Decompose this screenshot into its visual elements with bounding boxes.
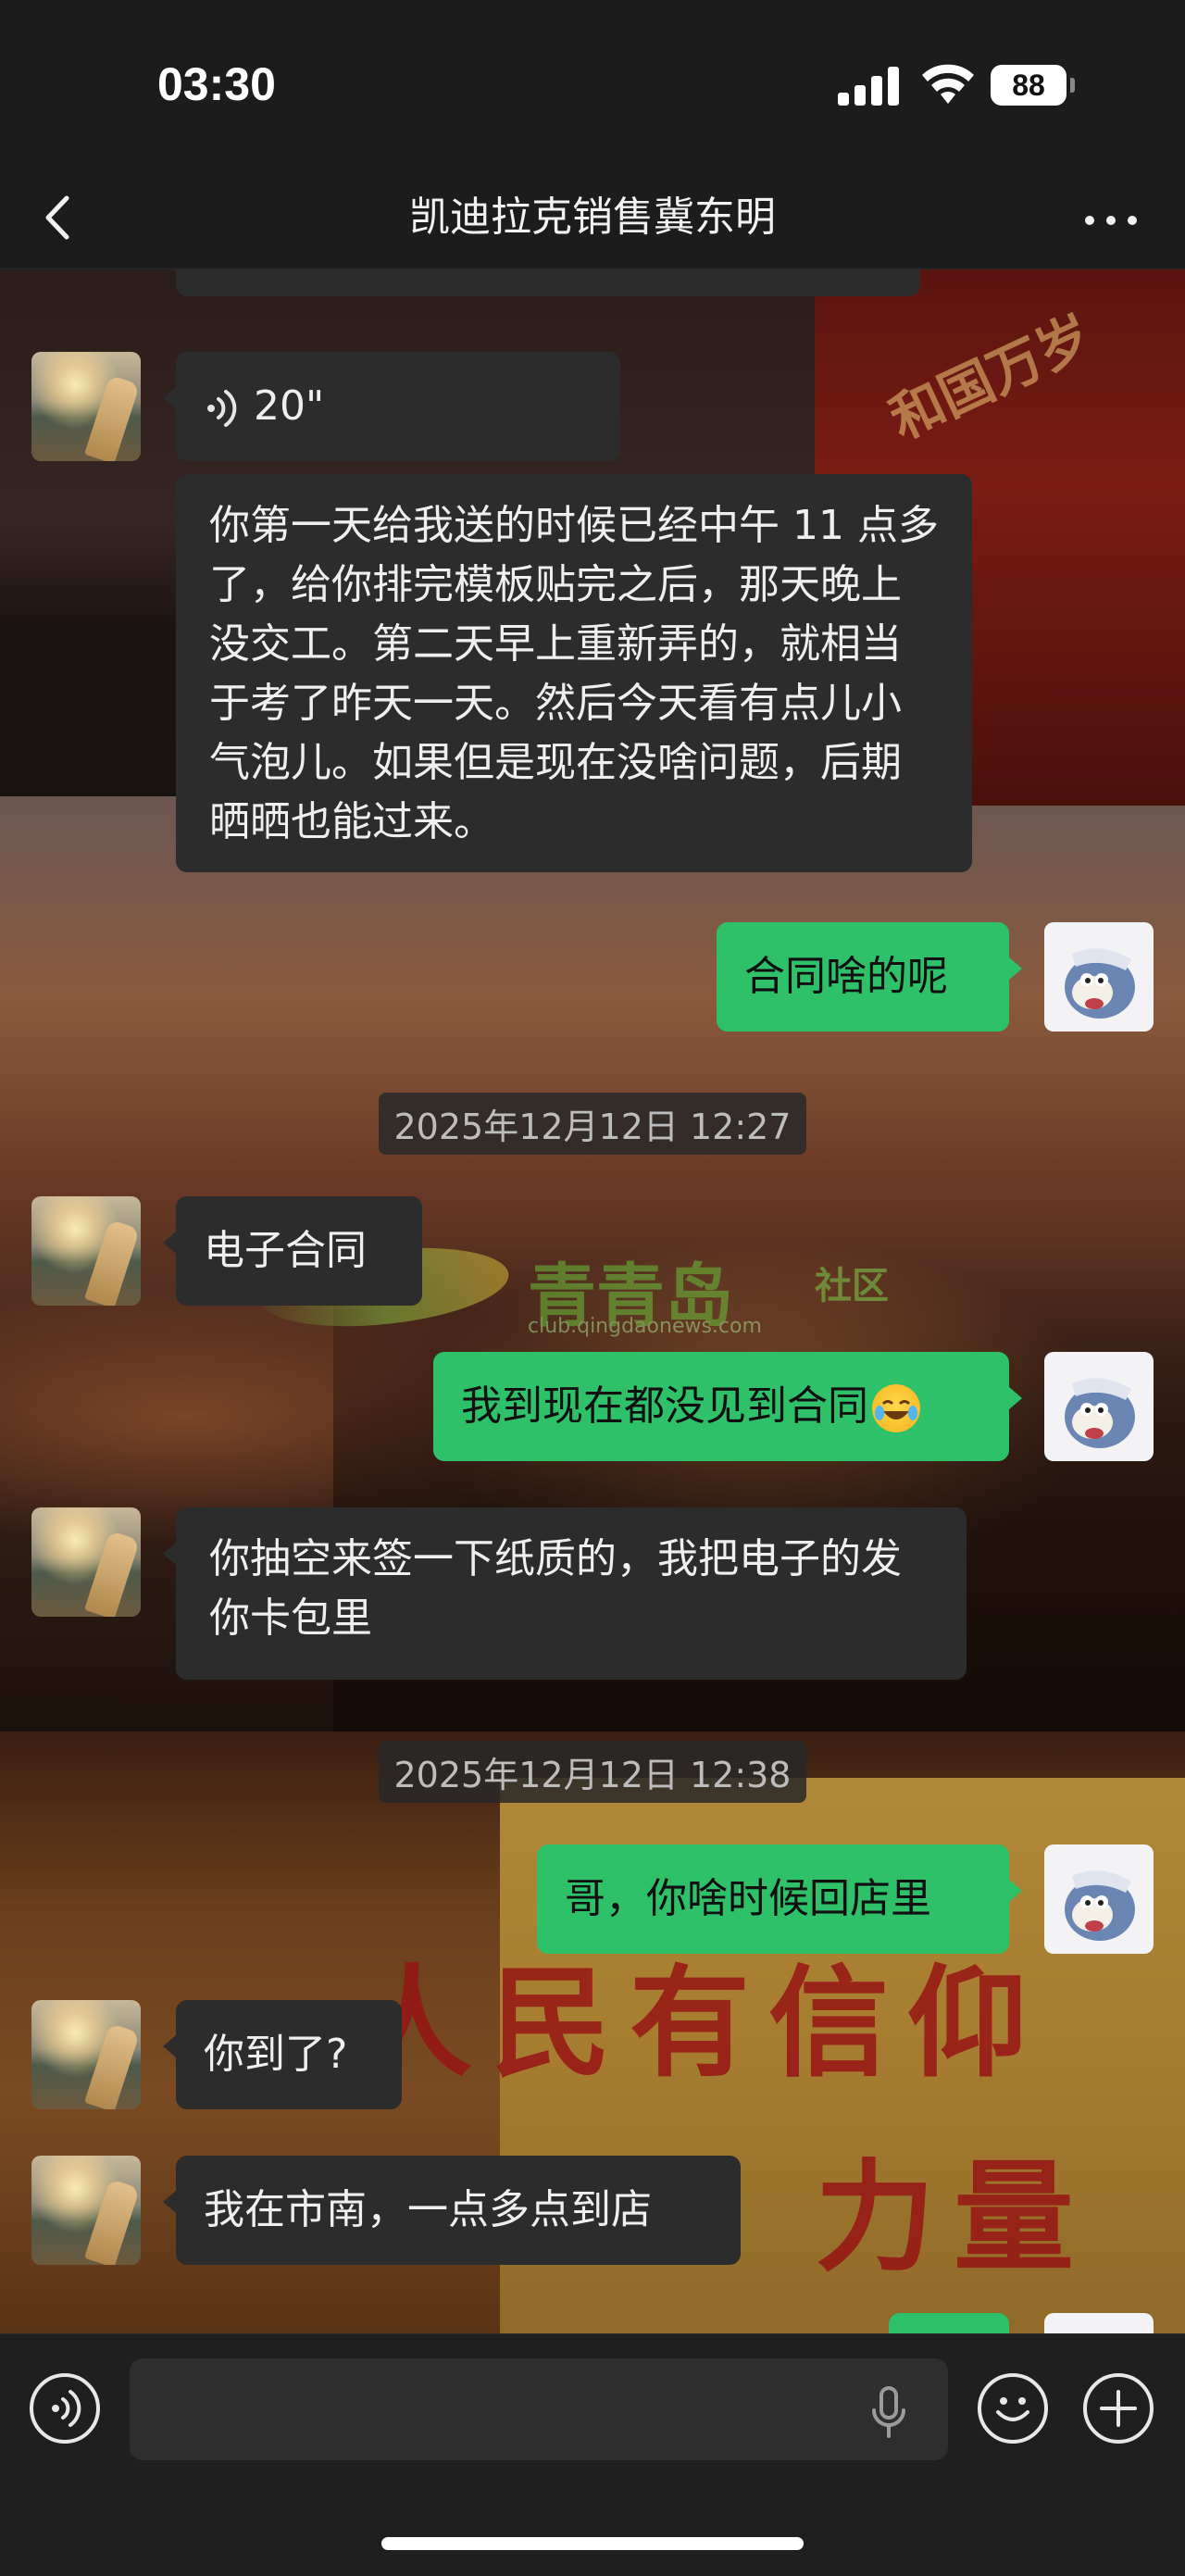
add-button[interactable] <box>1083 2373 1154 2444</box>
message-bubble-theirs[interactable]: 我在市南，一点多点到店 <box>163 2156 741 2265</box>
message-bubble-mine[interactable]: 合同啥的呢 <box>717 922 1022 1032</box>
my-avatar[interactable] <box>1044 922 1154 1032</box>
message-bubble-partial[interactable] <box>176 269 920 296</box>
contact-avatar[interactable] <box>31 352 141 461</box>
message-text: 哥，你啥时候回店里 <box>565 1875 931 1922</box>
message-text: 你到了? <box>204 2031 348 2078</box>
more-dots-icon[interactable] <box>1074 185 1148 250</box>
message-text: 我到现在都没见到合同 <box>461 1382 868 1430</box>
contact-avatar[interactable] <box>31 1196 141 1306</box>
voice-wave-icon <box>207 390 237 427</box>
battery-tip <box>1070 78 1075 93</box>
voice-message-bubble[interactable]: 20" <box>163 352 620 461</box>
timestamp-divider: 2025年12月12日 12:27 <box>0 1093 1185 1155</box>
message-text: 我在市南，一点多点到店 <box>204 2186 652 2233</box>
my-avatar[interactable] <box>1044 2313 1154 2333</box>
voice-input-button[interactable] <box>30 2373 100 2444</box>
message-bubble-theirs[interactable]: 你抽空来签一下纸质的，我把电子的发你卡包里 <box>163 1507 967 1680</box>
wifi-icon <box>922 64 974 104</box>
message-text: 你抽空来签一下纸质的，我把电子的发你卡包里 <box>209 1535 902 1642</box>
cellular-signal-icon <box>838 67 903 106</box>
message-text-field[interactable] <box>130 2358 948 2460</box>
my-avatar[interactable] <box>1044 1844 1154 1954</box>
tom-cat-avatar-icon <box>1065 948 1135 1019</box>
chevron-left-icon[interactable] <box>28 185 93 250</box>
contact-avatar[interactable] <box>31 1507 141 1617</box>
message-bubble-mine[interactable]: 我到现在都没见到合同 <box>433 1352 1022 1461</box>
tom-cat-avatar-icon <box>1065 1870 1135 1941</box>
status-time: 03:30 <box>157 58 276 110</box>
tom-cat-avatar-icon <box>1065 1378 1135 1448</box>
message-text: 你第一天给我送的时候已经中午 11 点多了，给你排完模板贴完之后，那天晚上没交工… <box>209 502 939 845</box>
voice-duration: 20" <box>254 382 325 430</box>
message-bubble-theirs[interactable]: 电子合同 <box>163 1196 422 1306</box>
microphone-icon[interactable] <box>868 2386 909 2438</box>
home-indicator[interactable] <box>381 2537 804 2550</box>
battery-level: 88 <box>991 65 1066 106</box>
contact-avatar[interactable] <box>31 2156 141 2265</box>
laughing-tears-emoji-icon <box>872 1384 920 1432</box>
emoji-icon <box>996 2397 1029 2421</box>
chat-title: 凯迪拉克销售冀东明 <box>409 194 776 241</box>
plus-icon <box>1100 2390 1137 2427</box>
message-bubble-theirs[interactable]: 你到了? <box>163 2000 402 2109</box>
message-bubble-long[interactable]: 你第一天给我送的时候已经中午 11 点多了，给你排完模板贴完之后，那天晚上没交工… <box>176 474 972 872</box>
timestamp-text: 2025年12月12日 12:27 <box>379 1093 806 1155</box>
chat-header: 凯迪拉克销售冀东明 <box>0 167 1185 269</box>
message-list[interactable]: 20" 你第一天给我送的时候已经中午 11 点多了，给你排完模板贴完之后，那天晚… <box>0 269 1185 2333</box>
my-avatar[interactable] <box>1044 1352 1154 1461</box>
emoji-button[interactable] <box>978 2373 1048 2444</box>
voice-wave-icon <box>52 2390 81 2427</box>
timestamp-divider: 2025年12月12日 12:38 <box>0 1741 1185 1803</box>
message-bubble-partial[interactable] <box>889 2313 1009 2333</box>
contact-avatar[interactable] <box>31 2000 141 2109</box>
timestamp-text: 2025年12月12日 12:38 <box>379 1741 806 1803</box>
message-text: 电子合同 <box>204 1227 367 1274</box>
status-bar: 03:30 88 <box>0 0 1185 167</box>
message-bubble-mine[interactable]: 哥，你啥时候回店里 <box>537 1844 1022 1954</box>
message-text: 合同啥的呢 <box>744 953 948 1000</box>
